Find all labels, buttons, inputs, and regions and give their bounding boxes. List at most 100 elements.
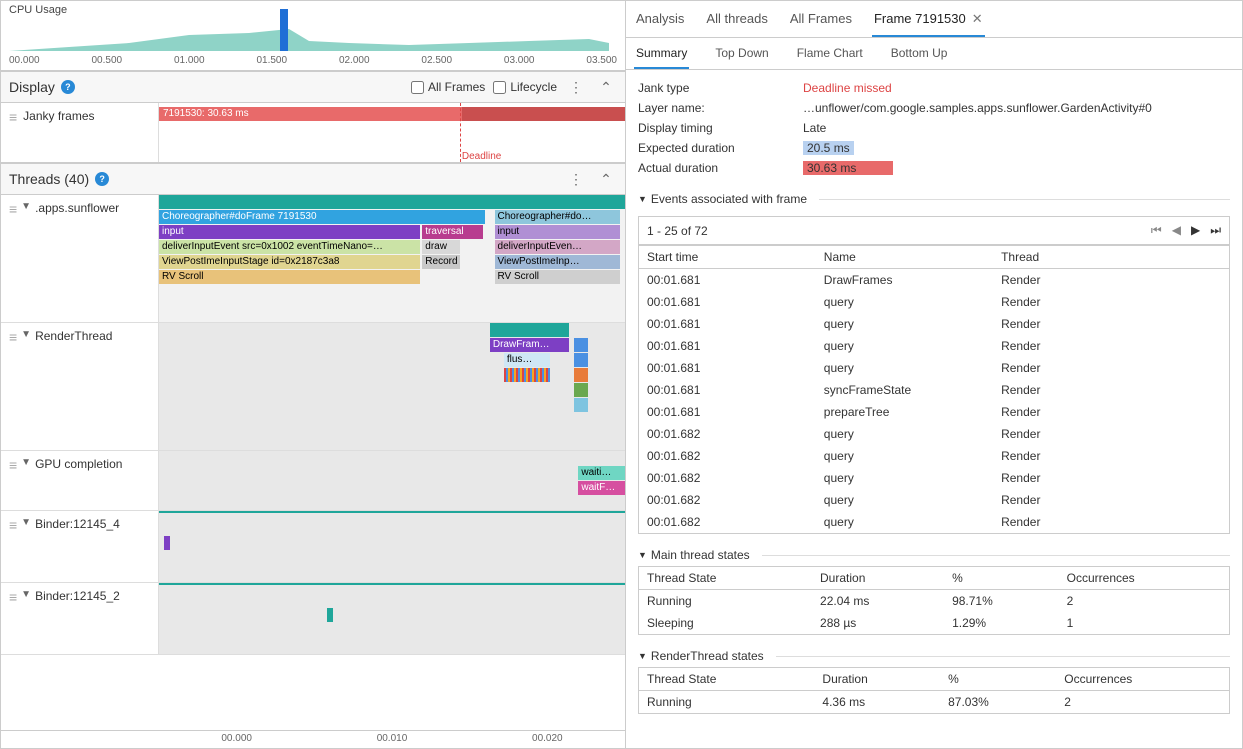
tab-frame[interactable]: Frame 7191530✕ [872, 7, 985, 37]
trace-block[interactable]: input [495, 225, 621, 239]
thread-label: .apps.sunflower [35, 201, 119, 215]
help-icon[interactable]: ? [95, 172, 109, 186]
drag-handle-icon[interactable] [9, 457, 17, 473]
table-row[interactable]: 00:01.682queryRender [639, 489, 1230, 511]
trace-block[interactable]: Choreographer#do… [495, 210, 621, 224]
table-header[interactable]: Thread State [639, 668, 815, 691]
trace-block[interactable] [159, 511, 625, 513]
table-row[interactable]: 00:01.682queryRender [639, 467, 1230, 489]
trace-block[interactable]: ViewPostImeInp… [495, 255, 621, 269]
drag-handle-icon[interactable] [9, 329, 17, 345]
trace-block[interactable] [327, 608, 333, 622]
all-frames-checkbox[interactable]: All Frames [411, 80, 485, 94]
table-row[interactable]: 00:01.681DrawFramesRender [639, 269, 1230, 292]
trace-block[interactable]: draw [422, 240, 459, 254]
table-header[interactable]: Name [816, 246, 993, 269]
tab-all-threads[interactable]: All threads [704, 7, 769, 37]
tab-analysis[interactable]: Analysis [634, 7, 686, 37]
trace-block[interactable]: Record … [422, 255, 459, 269]
trace-block[interactable] [490, 323, 569, 337]
trace-block[interactable]: ViewPostImeInputStage id=0x2187c3a8 [159, 255, 420, 269]
table-row[interactable]: 00:01.682queryRender [639, 423, 1230, 445]
table-header[interactable]: Occurrences [1059, 567, 1230, 590]
caret-down-icon[interactable]: ▼ [21, 329, 31, 340]
caret-down-icon[interactable]: ▼ [638, 550, 647, 560]
table-header[interactable]: % [940, 668, 1056, 691]
table-row[interactable]: 00:01.682queryRender [639, 445, 1230, 467]
pager-next-icon[interactable]: ▶ [1191, 223, 1200, 238]
caret-down-icon[interactable]: ▼ [21, 201, 31, 212]
cpu-tick: 02.500 [421, 55, 452, 66]
kebab-icon[interactable] [565, 76, 587, 98]
table-cell: 4.36 ms [814, 691, 940, 714]
table-row[interactable]: 00:01.681prepareTreeRender [639, 401, 1230, 423]
table-header[interactable]: Duration [814, 668, 940, 691]
trace-block[interactable]: RV Scroll [495, 270, 621, 284]
table-header[interactable]: Thread [993, 246, 1229, 269]
pager-prev-icon[interactable]: ◀ [1172, 223, 1181, 238]
tab-all-frames[interactable]: All Frames [788, 7, 854, 37]
caret-down-icon[interactable]: ▼ [21, 517, 31, 528]
table-header[interactable]: Occurrences [1056, 668, 1229, 691]
table-row[interactable]: Running4.36 ms87.03%2 [639, 691, 1230, 714]
chevron-up-icon[interactable] [595, 76, 617, 98]
trace-block[interactable] [574, 398, 588, 412]
drag-handle-icon[interactable] [9, 201, 17, 217]
drag-handle-icon[interactable] [9, 589, 17, 605]
tab-summary[interactable]: Summary [634, 44, 689, 69]
caret-down-icon[interactable]: ▼ [638, 651, 647, 661]
table-header[interactable]: Start time [639, 246, 816, 269]
trace-block[interactable] [574, 353, 588, 367]
trace-block[interactable]: traversal [422, 225, 483, 239]
trace-block[interactable] [159, 195, 625, 209]
tab-top-down[interactable]: Top Down [713, 44, 770, 69]
trace-block[interactable]: DrawFram… [490, 338, 569, 352]
lifecycle-checkbox[interactable]: Lifecycle [493, 80, 557, 94]
table-row[interactable]: Sleeping288 µs1.29%1 [639, 612, 1230, 635]
trace-block[interactable]: waiti… [578, 466, 625, 480]
trace-block[interactable]: input [159, 225, 420, 239]
table-cell: Render [993, 379, 1229, 401]
janky-frame-bar[interactable]: 7191530: 30.63 ms [159, 107, 625, 121]
trace-block[interactable]: RV Scroll [159, 270, 420, 284]
table-cell: query [816, 313, 993, 335]
caret-down-icon[interactable]: ▼ [21, 457, 31, 468]
caret-down-icon[interactable]: ▼ [638, 194, 647, 204]
chevron-up-icon[interactable] [595, 168, 617, 190]
trace-block[interactable] [574, 338, 588, 352]
table-row[interactable]: 00:01.681queryRender [639, 313, 1230, 335]
trace-block[interactable]: Choreographer#doFrame 7191530 [159, 210, 485, 224]
tab-flame-chart[interactable]: Flame Chart [795, 44, 865, 69]
tab-bottom-up[interactable]: Bottom Up [889, 44, 950, 69]
help-icon[interactable]: ? [61, 80, 75, 94]
table-row[interactable]: Running22.04 ms98.71%2 [639, 590, 1230, 613]
trace-block[interactable]: deliverInputEven… [495, 240, 621, 254]
table-header[interactable]: Duration [812, 567, 944, 590]
table-row[interactable]: 00:01.681queryRender [639, 335, 1230, 357]
table-cell: query [816, 335, 993, 357]
trace-block[interactable]: deliverInputEvent src=0x1002 eventTimeNa… [159, 240, 420, 254]
trace-block[interactable]: waitF… [578, 481, 625, 495]
pager-last-icon[interactable]: ⏭ [1210, 223, 1221, 238]
cpu-chart[interactable] [9, 21, 617, 51]
trace-block[interactable] [164, 536, 170, 550]
table-row[interactable]: 00:01.682queryRender [639, 511, 1230, 534]
drag-handle-icon[interactable] [9, 517, 17, 533]
drag-handle-icon[interactable] [9, 109, 17, 125]
caret-down-icon[interactable]: ▼ [21, 589, 31, 600]
trace-block[interactable] [574, 368, 588, 382]
table-row[interactable]: 00:01.681syncFrameStateRender [639, 379, 1230, 401]
close-icon[interactable]: ✕ [972, 11, 983, 26]
trace-block[interactable] [504, 368, 551, 382]
table-row[interactable]: 00:01.681queryRender [639, 291, 1230, 313]
table-header[interactable]: Thread State [639, 567, 813, 590]
trace-block[interactable]: flus… [504, 353, 551, 367]
threads-title: Threads (40) [9, 171, 89, 187]
table-header[interactable]: % [944, 567, 1059, 590]
table-row[interactable]: 00:01.681queryRender [639, 357, 1230, 379]
pager-first-icon[interactable]: ⏮ [1151, 223, 1162, 238]
trace-block[interactable] [159, 583, 625, 585]
trace-block[interactable] [574, 383, 588, 397]
table-cell: 00:01.682 [639, 445, 816, 467]
kebab-icon[interactable] [565, 168, 587, 190]
